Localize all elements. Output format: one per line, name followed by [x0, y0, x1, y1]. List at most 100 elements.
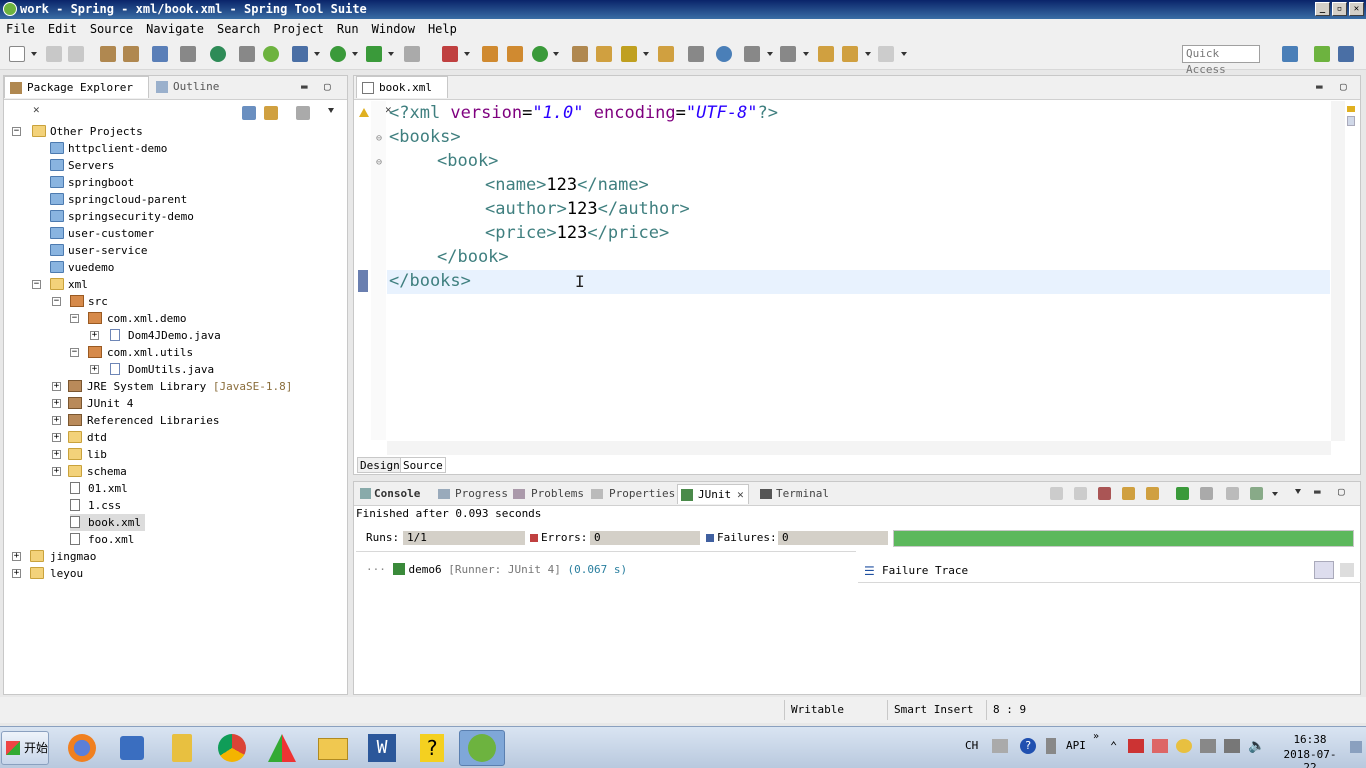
boot-dashboard-icon[interactable]: [210, 46, 226, 62]
debug-dropdown-icon[interactable]: [314, 52, 320, 56]
tree-item-other-projects[interactable]: − Other Projects: [10, 123, 310, 140]
clock-date[interactable]: 2018-07-22: [1277, 748, 1343, 768]
tree-item-xml[interactable]: − xml: [30, 276, 88, 293]
maximize-view-icon[interactable]: ▢: [1340, 80, 1347, 93]
debug-perspective-icon[interactable]: [1338, 46, 1354, 62]
search-icon[interactable]: [621, 46, 637, 62]
tree-item-jingmao[interactable]: + jingmao: [10, 548, 96, 565]
ime-indicator[interactable]: API: [1066, 739, 1086, 752]
next-annotation-dropdown-icon[interactable]: [767, 52, 773, 56]
open-task-icon[interactable]: [596, 46, 612, 62]
link-with-editor-icon[interactable]: [264, 106, 278, 120]
menu-help[interactable]: Help: [428, 22, 457, 36]
collapse-icon[interactable]: −: [32, 280, 41, 289]
forward-dropdown-icon[interactable]: [901, 52, 907, 56]
code-line-7[interactable]: </book>: [437, 245, 509, 269]
rerun-failed-icon[interactable]: [1200, 487, 1213, 500]
view-menu-icon[interactable]: [328, 108, 334, 113]
collapse-all-icon[interactable]: [242, 106, 256, 120]
word-taskbar-button[interactable]: W: [362, 730, 402, 766]
tree-item-leyou[interactable]: + leyou: [10, 565, 83, 582]
expand-icon[interactable]: +: [12, 569, 21, 578]
debug-icon[interactable]: [292, 46, 308, 62]
network-icon[interactable]: [1224, 739, 1240, 753]
horizontal-scrollbar[interactable]: [387, 441, 1331, 455]
tab-console[interactable]: Console: [360, 484, 420, 504]
keyboard-icon[interactable]: [992, 739, 1008, 753]
tab-source[interactable]: Source: [400, 457, 446, 473]
code-line-3[interactable]: <book>: [437, 149, 498, 173]
quick-access-input[interactable]: Quick Access: [1182, 45, 1260, 76]
spring-perspective-icon[interactable]: [1314, 46, 1330, 62]
code-line-1[interactable]: <?xml version="1.0" encoding="UTF-8"?>: [389, 101, 778, 125]
tree-item-domutils[interactable]: + DomUtils.java: [90, 361, 214, 378]
scroll-lock-icon[interactable]: [1122, 487, 1135, 500]
code-line-6[interactable]: <price>123</price>: [485, 221, 669, 245]
tools-taskbar-button[interactable]: [162, 730, 202, 766]
tree-item-jre[interactable]: + JRE System Library [JavaSE-1.8]: [50, 378, 292, 395]
rerun-test-icon[interactable]: [1176, 487, 1189, 500]
firefox-taskbar-button[interactable]: [62, 730, 102, 766]
build-all-icon[interactable]: [123, 46, 139, 62]
collapse-icon[interactable]: −: [12, 127, 21, 136]
minimize-view-icon[interactable]: ▬: [1314, 485, 1321, 498]
tree-item-servers[interactable]: Servers: [30, 157, 114, 174]
clock-time[interactable]: 16:38: [1285, 733, 1335, 746]
new-class-dropdown-icon[interactable]: [553, 52, 559, 56]
compare-result-icon[interactable]: [1340, 563, 1354, 577]
back-icon[interactable]: [842, 46, 858, 62]
tree-item-user-service[interactable]: user-service: [30, 242, 147, 259]
minimize-view-icon[interactable]: ▬: [301, 80, 308, 93]
code-line-8[interactable]: </books>: [389, 269, 471, 293]
code-line-5[interactable]: <author>123</author>: [485, 197, 690, 221]
language-indicator[interactable]: CH: [965, 739, 978, 752]
test-result-row[interactable]: ··· demo6 [Runner: JUnit 4] (0.067 s): [366, 563, 627, 576]
tree-item-springcloud-parent[interactable]: springcloud-parent: [30, 191, 187, 208]
previous-failure-icon[interactable]: [1074, 487, 1087, 500]
tab-package-explorer[interactable]: Package Explorer ✕: [4, 76, 149, 116]
tray-app-icon[interactable]: [1128, 739, 1144, 753]
show-hidden-icons[interactable]: ⌃: [1110, 739, 1117, 753]
menu-edit[interactable]: Edit: [48, 22, 77, 36]
show-desktop-button[interactable]: [1350, 741, 1362, 753]
close-icon[interactable]: ✕: [737, 485, 744, 505]
expand-icon[interactable]: +: [52, 467, 61, 476]
sts-taskbar-button[interactable]: [459, 730, 505, 766]
last-edit-icon[interactable]: [818, 46, 834, 62]
tree-item-com-xml-demo[interactable]: − com.xml.demo: [70, 310, 186, 327]
mark-occurrences-icon[interactable]: [688, 46, 704, 62]
tree-item-user-customer[interactable]: user-customer: [30, 225, 154, 242]
focus-icon[interactable]: [296, 106, 310, 120]
prev-annotation-dropdown-icon[interactable]: [803, 52, 809, 56]
tree-item-vuedemo[interactable]: vuedemo: [30, 259, 114, 276]
run-tool-icon[interactable]: [366, 46, 382, 62]
expand-icon[interactable]: +: [52, 433, 61, 442]
open-type-icon[interactable]: [572, 46, 588, 62]
tab-terminal[interactable]: Terminal: [760, 484, 829, 504]
show-failures-only-icon[interactable]: [1098, 487, 1111, 500]
expand-icon[interactable]: +: [52, 399, 61, 408]
tree-item-referenced-libraries[interactable]: + Referenced Libraries: [50, 412, 219, 429]
expand-icon[interactable]: +: [52, 416, 61, 425]
code-line-4[interactable]: <name>123</name>: [485, 173, 649, 197]
tree-item-springboot[interactable]: springboot: [30, 174, 134, 191]
terminal-icon[interactable]: [152, 46, 168, 62]
tree-item-com-xml-utils[interactable]: − com.xml.utils: [70, 344, 193, 361]
show-skipped-icon[interactable]: [1146, 487, 1159, 500]
minimize-button[interactable]: _: [1315, 2, 1330, 16]
ime-help-icon[interactable]: ?: [1020, 738, 1036, 754]
explorer-taskbar-button[interactable]: [312, 730, 352, 766]
run-icon[interactable]: [330, 46, 346, 62]
maximize-view-icon[interactable]: ▢: [1338, 485, 1345, 498]
expand-icon[interactable]: +: [12, 552, 21, 561]
next-annotation-icon[interactable]: [744, 46, 760, 62]
collapse-icon[interactable]: −: [70, 348, 79, 357]
tab-outline[interactable]: Outline: [151, 76, 219, 98]
search-dropdown-icon[interactable]: [643, 52, 649, 56]
prev-annotation-icon[interactable]: [780, 46, 796, 62]
restore-button[interactable]: ▫: [1332, 2, 1347, 16]
status-insert-mode[interactable]: Smart Insert: [887, 700, 984, 720]
tray-cloud-icon[interactable]: [1176, 739, 1192, 753]
tab-junit[interactable]: JUnit ✕: [677, 484, 749, 504]
vertical-scrollbar[interactable]: [1331, 101, 1345, 441]
